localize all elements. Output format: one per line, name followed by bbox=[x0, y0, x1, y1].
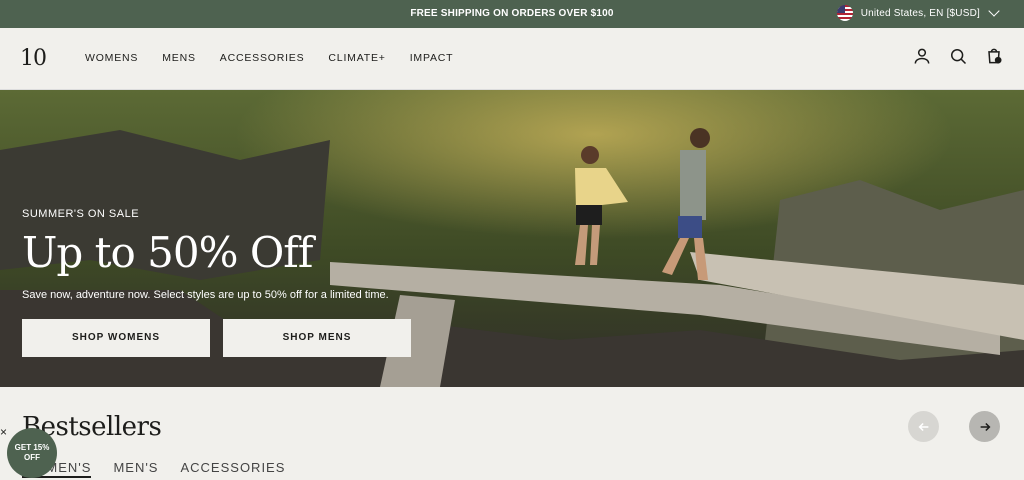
arrow-left-icon bbox=[918, 422, 928, 431]
nav-mens[interactable]: MENS bbox=[162, 52, 196, 64]
main-nav: WOMENS MENS ACCESSORIES CLIMATE+ IMPACT bbox=[85, 52, 453, 64]
account-icon[interactable] bbox=[912, 46, 932, 71]
promo-close-button[interactable]: × bbox=[0, 425, 8, 439]
chevron-down-icon bbox=[988, 5, 1000, 17]
carousel-prev-button[interactable] bbox=[908, 411, 939, 442]
hero-kicker: SUMMER'S ON SALE bbox=[22, 208, 140, 220]
cart-count: 0 bbox=[997, 58, 1000, 64]
search-icon[interactable] bbox=[948, 46, 968, 71]
hero-subtitle: Save now, adventure now. Select styles a… bbox=[22, 289, 389, 301]
cart-icon[interactable]: 0 bbox=[984, 46, 1004, 71]
hero-banner: SUMMER'S ON SALE Up to 50% Off Save now,… bbox=[0, 90, 1024, 387]
shop-womens-button[interactable]: SHOP WOMENS bbox=[22, 319, 210, 357]
carousel-controls bbox=[908, 411, 1000, 442]
announcement-bar: FREE SHIPPING ON ORDERS OVER $100 United… bbox=[0, 0, 1024, 28]
nav-accessories[interactable]: ACCESSORIES bbox=[220, 52, 305, 64]
discount-promo-badge[interactable]: GET 15% OFF bbox=[7, 428, 57, 478]
header-icons: 0 bbox=[912, 46, 1004, 71]
nav-climate[interactable]: CLIMATE+ bbox=[328, 52, 385, 64]
carousel-next-button[interactable] bbox=[969, 411, 1000, 442]
locale-selector[interactable]: United States, EN [$USD] bbox=[836, 5, 1000, 21]
nav-womens[interactable]: WOMENS bbox=[85, 52, 138, 64]
shop-mens-button[interactable]: SHOP MENS bbox=[223, 319, 411, 357]
locale-label: United States, EN [$USD] bbox=[860, 7, 980, 19]
tab-accessories[interactable]: ACCESSORIES bbox=[180, 460, 285, 478]
arrow-right-icon bbox=[980, 422, 990, 431]
hero-title: Up to 50% Off bbox=[22, 228, 313, 277]
tab-mens[interactable]: MEN'S bbox=[113, 460, 158, 478]
nav-impact[interactable]: IMPACT bbox=[410, 52, 454, 64]
us-flag-icon bbox=[836, 5, 853, 21]
bestsellers-section: Bestsellers WOMEN'S MEN'S ACCESSORIES bbox=[0, 387, 1024, 480]
brand-logo[interactable]: 10 bbox=[20, 47, 50, 71]
bestsellers-tabs: WOMEN'S MEN'S ACCESSORIES bbox=[22, 460, 285, 478]
site-header: 10 WOMENS MENS ACCESSORIES CLIMATE+ IMPA… bbox=[0, 28, 1024, 90]
